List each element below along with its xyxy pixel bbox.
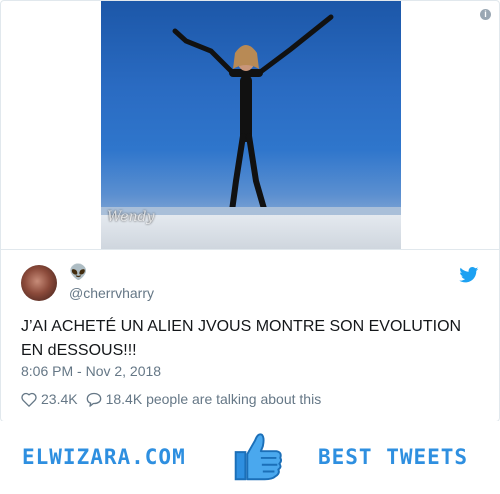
- alien-emoji-icon: 👽: [69, 264, 88, 281]
- comment-icon: [86, 392, 101, 407]
- footer-site-name[interactable]: ELWIZARA.COM: [22, 445, 186, 469]
- avatar[interactable]: [21, 265, 57, 301]
- heart-icon: [21, 392, 37, 407]
- media-divider: [1, 249, 499, 250]
- tweet-media[interactable]: Wendy: [101, 1, 401, 249]
- info-icon[interactable]: i: [480, 9, 491, 20]
- like-stat[interactable]: 23.4K: [21, 391, 78, 407]
- footer-label: BEST TWEETS: [318, 445, 469, 469]
- talking-count: 18.4K people are talking about this: [105, 391, 322, 407]
- brand-footer: ELWIZARA.COM BEST TWEETS: [0, 421, 500, 494]
- talking-stat[interactable]: 18.4K people are talking about this: [86, 391, 322, 407]
- twitter-bird-icon[interactable]: [459, 267, 479, 283]
- like-count: 23.4K: [41, 391, 78, 407]
- media-watermark: Wendy: [107, 209, 155, 225]
- tweet-text: J’AI ACHETÉ UN ALIEN JVOUS MONTRE SON EV…: [21, 318, 462, 359]
- thumbs-up-icon: [234, 433, 282, 481]
- tweet-card: Wendy i 👽 @cherrvharry J’AI ACHETÉ UN AL…: [0, 0, 500, 422]
- tweet-timestamp[interactable]: 8:06 PM - Nov 2, 2018: [21, 363, 161, 379]
- user-handle[interactable]: @cherrvharry: [69, 285, 154, 301]
- tweet-stats: 23.4K 18.4K people are talking about thi…: [21, 391, 329, 407]
